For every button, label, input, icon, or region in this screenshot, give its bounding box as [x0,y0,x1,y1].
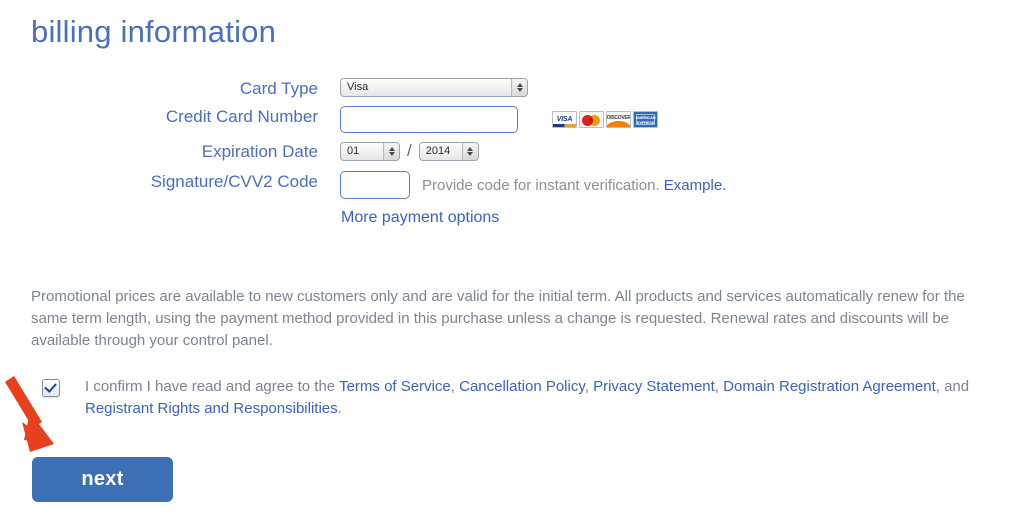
domain-registration-agreement-link[interactable]: Domain Registration Agreement [723,378,936,395]
field-cvv: Provide code for instant verification. E… [340,171,726,199]
agreement-conjunction: and [944,378,970,395]
label-card-type: Card Type [239,79,318,98]
cvv-help-text: Provide code for instant verification. E… [422,177,726,194]
page-title: billing information [31,14,277,49]
sep-1: , [450,378,460,395]
visa-logo-text: VISA [556,116,573,123]
chevron-up-icon [467,146,474,151]
label-card-number: Credit Card Number [165,107,318,126]
agreement-row: I confirm I have read and agree to the T… [42,376,992,420]
year-stepper-arrows-icon[interactable] [461,142,478,160]
chevron-down-icon [516,88,523,92]
expiration-controls: 01 / 2014 [340,141,479,161]
registrant-rights-link[interactable]: Registrant Rights and Responsibilities [85,400,338,417]
label-cvv-code: Signature/CVV2 Code [150,172,318,191]
agreement-prefix: I confirm I have read and agree to the [85,378,340,395]
sep-4: , [935,378,945,395]
field-card-type: Visa [340,78,528,97]
form-row-cvv: Signature/CVV2 Code Provide code for ins… [0,171,1019,199]
mastercard-logo-icon [579,111,604,128]
billing-form: Card Type Visa Credit Card Number VISA D… [0,78,1019,205]
chevron-up-icon [516,83,523,87]
terms-of-service-link[interactable]: Terms of Service [339,378,451,395]
label-expiration-date: Expiration Date [201,142,318,161]
chevron-down-icon [467,151,474,156]
sep-2: , [584,378,594,395]
credit-card-number-input[interactable] [340,106,518,133]
visa-logo-icon: VISA [552,111,577,128]
card-type-select[interactable]: Visa [340,78,528,97]
cvv-code-input[interactable] [340,171,410,199]
cvv-help-label: Provide code for instant verification. [422,176,660,194]
accepted-card-logos: VISA DISCOVER AMERICAN EXPRESS [552,111,658,128]
chevron-down-icon [388,151,395,156]
cvv-example-link[interactable]: Example. [664,177,727,194]
discover-logo-swoosh [607,121,630,127]
form-row-expiration: Expiration Date 01 / 2014 [0,141,1019,163]
stepper-arrows-icon[interactable] [511,79,527,96]
month-stepper-arrows-icon[interactable] [383,142,399,160]
expiration-year-value: 2014 [425,144,451,157]
chevron-up-icon [388,146,395,151]
visa-logo-bar [553,124,576,127]
mastercard-yellow-circle [589,115,600,126]
more-payment-options-link[interactable]: More payment options [341,209,499,227]
card-type-selected-value: Visa [347,81,369,93]
privacy-statement-link[interactable]: Privacy Statement [593,378,715,395]
expiration-month-value: 01 [347,144,360,157]
field-card-number: VISA DISCOVER AMERICAN EXPRESS [340,106,658,133]
amex-logo-icon: AMERICAN EXPRESS [633,111,658,128]
form-row-card-type: Card Type Visa [0,78,1019,100]
cancellation-policy-link[interactable]: Cancellation Policy [459,378,585,395]
amex-logo-text: AMERICAN EXPRESS [635,115,656,125]
next-button[interactable]: next [32,457,173,502]
sep-3: , [714,378,724,395]
expiration-separator: / [407,141,412,160]
promotional-terms-text: Promotional prices are available to new … [31,288,965,349]
agreement-suffix: . [337,400,342,417]
expiration-year-select[interactable]: 2014 [418,141,479,161]
expiration-month-select[interactable]: 01 [340,141,400,161]
form-row-card-number: Credit Card Number VISA DISCOVER AMERICA… [0,106,1019,133]
discover-logo-icon: DISCOVER [606,111,631,128]
field-expiration: 01 / 2014 [340,141,479,161]
agreement-text: I confirm I have read and agree to the T… [85,376,985,420]
agreement-checkbox[interactable] [42,379,60,397]
